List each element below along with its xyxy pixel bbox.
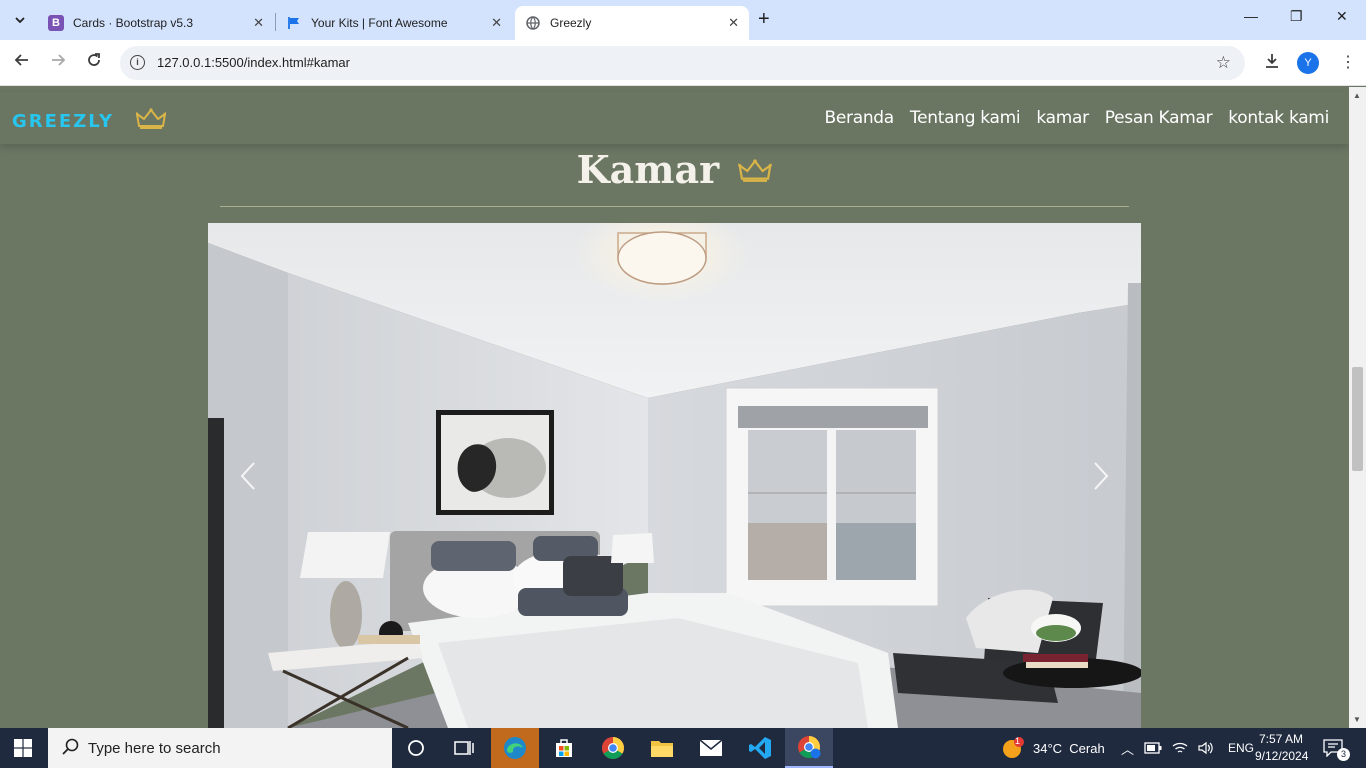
sun-weather-icon xyxy=(1003,737,1024,758)
tab-title: Greezly xyxy=(550,16,592,30)
crown-icon xyxy=(135,108,167,135)
vscode-icon xyxy=(749,737,771,759)
task-view-icon xyxy=(454,741,474,755)
weather-badge: 1 xyxy=(1015,736,1021,746)
nav-link-beranda[interactable]: Beranda xyxy=(825,108,895,128)
close-tab-icon[interactable]: ✕ xyxy=(253,15,264,31)
chrome-profile-icon xyxy=(798,736,821,759)
browser-tab-font-awesome[interactable]: Your Kits | Font Awesome ✕ xyxy=(276,6,512,40)
search-placeholder: Type here to search xyxy=(88,740,221,757)
taskbar-file-explorer[interactable] xyxy=(638,728,686,768)
globe-favicon-icon xyxy=(525,15,541,31)
site-navbar: GREEZLY Beranda Tentang kami kamar Pesan… xyxy=(0,92,1349,144)
task-view-button[interactable] xyxy=(440,728,488,768)
scroll-down-arrow-icon[interactable]: ▼ xyxy=(1353,715,1361,724)
page-scrollbar[interactable]: ▲ ▼ xyxy=(1349,87,1366,728)
battery-icon[interactable] xyxy=(1144,742,1162,754)
browser-toolbar: i 127.0.0.1:5500/index.html#kamar ☆ Y ⋮ xyxy=(0,40,1366,86)
close-tab-icon[interactable]: ✕ xyxy=(491,15,502,31)
weather-widget[interactable]: 1 34°C Cerah xyxy=(1001,728,1105,768)
browser-tab-strip: B Cards · Bootstrap v5.3 ✕ Your Kits | F… xyxy=(0,0,1366,40)
chevron-right-icon xyxy=(1094,461,1109,490)
microsoft-store-icon xyxy=(556,739,572,757)
taskbar-chrome[interactable] xyxy=(589,728,637,768)
menu-kebab-icon[interactable]: ⋮ xyxy=(1338,52,1358,72)
windows-start-icon[interactable] xyxy=(14,739,32,757)
brand-logo[interactable]: GREEZLY xyxy=(12,108,167,135)
notification-center[interactable]: 3 xyxy=(1323,728,1350,768)
browser-tab-bootstrap[interactable]: B Cards · Bootstrap v5.3 ✕ xyxy=(38,6,274,40)
volume-icon[interactable] xyxy=(1198,741,1214,755)
reload-icon[interactable] xyxy=(84,52,104,73)
nav-link-kamar[interactable]: kamar xyxy=(1036,108,1089,128)
tab-search-button[interactable] xyxy=(8,8,32,32)
wifi-icon[interactable] xyxy=(1172,741,1188,755)
profile-avatar[interactable]: Y xyxy=(1297,52,1319,74)
tab-title: Your Kits | Font Awesome xyxy=(311,16,448,30)
crown-icon xyxy=(738,147,773,192)
taskbar-search-box[interactable]: Type here to search xyxy=(48,728,392,768)
mail-icon xyxy=(699,739,723,756)
language-indicator[interactable]: ENG xyxy=(1228,741,1254,755)
bedroom-photo xyxy=(208,223,1141,728)
download-icon[interactable] xyxy=(1262,52,1282,75)
section-title-text: Kamar xyxy=(576,147,720,192)
clock-time: 7:57 AM xyxy=(1258,732,1304,746)
carousel-next-button[interactable] xyxy=(1061,223,1141,728)
site-info-icon[interactable]: i xyxy=(130,55,145,70)
bookmark-star-icon[interactable]: ☆ xyxy=(1216,53,1231,73)
cortana-circle-icon xyxy=(408,740,424,756)
carousel-prev-button[interactable] xyxy=(208,223,288,728)
room-carousel xyxy=(208,223,1141,728)
taskbar-mail[interactable] xyxy=(687,728,735,768)
flag-favicon-icon xyxy=(286,15,302,31)
nav-link-tentang-kami[interactable]: Tentang kami xyxy=(910,108,1021,128)
nav-links: Beranda Tentang kami kamar Pesan Kamar k… xyxy=(825,92,1330,144)
back-arrow-icon[interactable] xyxy=(12,52,32,73)
section-divider xyxy=(220,206,1129,207)
taskbar-clock[interactable]: 7:57 AM 9/12/2024 xyxy=(1255,731,1309,765)
chevron-down-icon xyxy=(15,17,25,24)
notification-count: 3 xyxy=(1337,747,1350,761)
folder-icon xyxy=(651,741,673,757)
minimize-icon[interactable]: — xyxy=(1244,8,1258,24)
nav-link-pesan-kamar[interactable]: Pesan Kamar xyxy=(1105,108,1213,128)
edge-browser-icon xyxy=(504,737,526,759)
forward-arrow-icon[interactable] xyxy=(48,52,68,73)
chrome-icon xyxy=(602,737,624,759)
clock-date: 9/12/2024 xyxy=(1255,749,1309,763)
taskbar-edge[interactable] xyxy=(491,728,539,768)
search-icon xyxy=(62,738,79,755)
close-tab-icon[interactable]: ✕ xyxy=(728,15,739,31)
close-window-icon[interactable]: ✕ xyxy=(1336,8,1348,25)
section-title: Kamar xyxy=(0,143,1349,192)
taskbar-chrome-active[interactable] xyxy=(785,728,833,768)
address-bar[interactable]: i 127.0.0.1:5500/index.html#kamar ☆ xyxy=(120,46,1245,80)
windows-taskbar: Type here to search 1 34°C Cerah ︿ ENG 7 xyxy=(0,728,1366,768)
url-text[interactable]: 127.0.0.1:5500/index.html#kamar xyxy=(157,55,350,70)
taskbar-vscode[interactable] xyxy=(736,728,784,768)
taskbar-store[interactable] xyxy=(540,728,588,768)
nav-link-kontak-kami[interactable]: kontak kami xyxy=(1228,108,1329,128)
bootstrap-favicon-icon: B xyxy=(48,15,64,31)
chevron-left-icon xyxy=(240,461,255,490)
scroll-up-arrow-icon[interactable]: ▲ xyxy=(1353,91,1361,100)
scrollbar-thumb[interactable] xyxy=(1352,367,1363,471)
brand-name: GREEZLY xyxy=(12,111,114,132)
restore-icon[interactable]: ❐ xyxy=(1290,8,1303,25)
tab-title: Cards · Bootstrap v5.3 xyxy=(73,16,194,30)
new-tab-plus-icon[interactable]: + xyxy=(758,9,770,29)
system-tray: ︿ ENG xyxy=(1121,728,1254,768)
chevron-up-icon[interactable]: ︿ xyxy=(1121,739,1134,758)
cortana-button[interactable] xyxy=(392,728,440,768)
web-page: GREEZLY Beranda Tentang kami kamar Pesan… xyxy=(0,87,1349,728)
browser-tab-greezly[interactable]: Greezly ✕ xyxy=(515,6,749,40)
weather-text: 34°C Cerah xyxy=(1033,740,1105,756)
